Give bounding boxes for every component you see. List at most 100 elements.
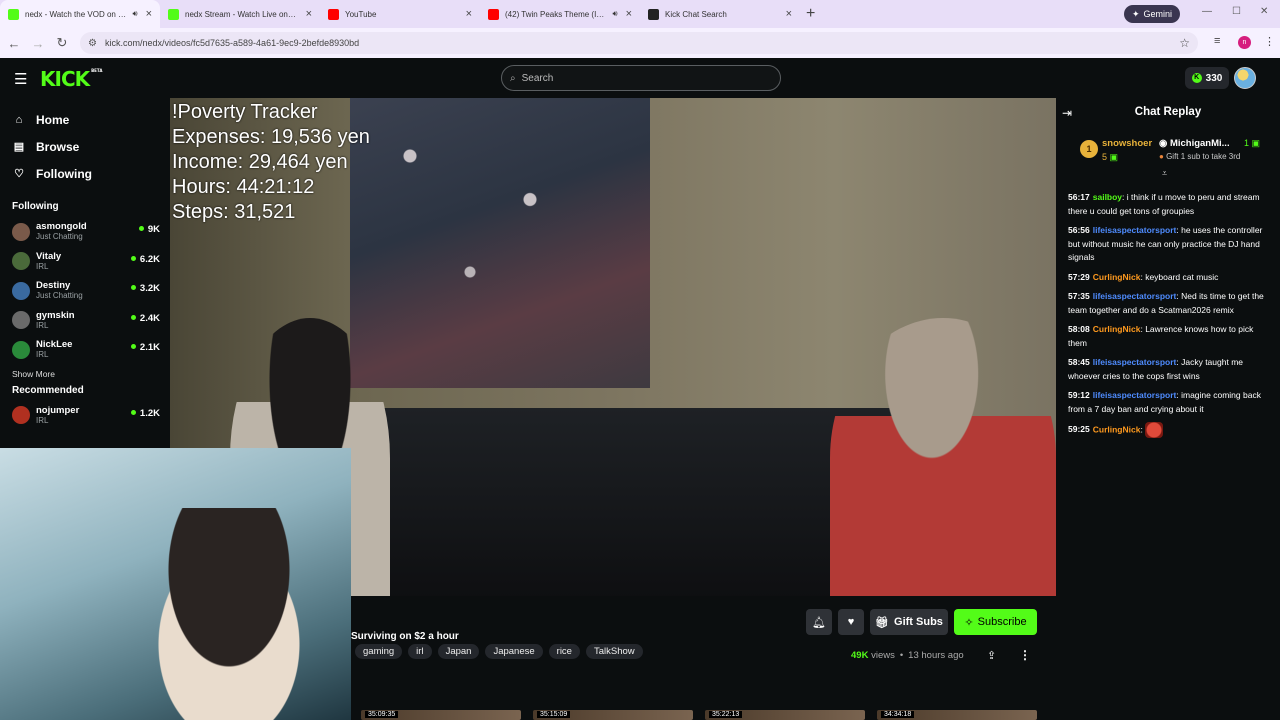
back-icon[interactable]: ←: [2, 36, 26, 51]
chat-message: 58:45 lifeisaspectatorsport: Jacky taught…: [1068, 357, 1243, 381]
gift-cta[interactable]: ● Gift 1 sub to take 3rd: [1159, 152, 1240, 161]
search-icon: ⌕: [510, 72, 516, 84]
message-time: 56:17: [1068, 192, 1090, 202]
chat-message: 58:08 CurlingNick: Lawrence knows how to …: [1068, 324, 1254, 348]
notify-button[interactable]: 🔔︎: [806, 609, 832, 635]
message-username[interactable]: lifeisaspectatorsport: [1093, 225, 1177, 235]
bookmark-star-icon[interactable]: ☆: [1179, 36, 1190, 50]
chat-messages: 56:17 sailboy: i think if u move to peru …: [1068, 191, 1272, 444]
kick-logo[interactable]: KICK BETA: [40, 67, 102, 91]
tab-favicon-icon: [168, 8, 179, 20]
channel-item[interactable]: NickLee IRL 2.1K: [0, 335, 170, 365]
search-box[interactable]: ⌕: [501, 65, 781, 91]
views-word: views: [871, 650, 895, 661]
nav-item-home[interactable]: ⌂ Home: [0, 106, 170, 133]
forward-icon[interactable]: →: [26, 36, 50, 51]
new-tab-button[interactable]: +: [806, 5, 815, 23]
nav-item-browse[interactable]: ▤ Browse: [0, 133, 170, 160]
tab-close-icon[interactable]: ×: [146, 8, 152, 20]
viewer-count: 1.2K: [131, 408, 160, 419]
chat-header: ⇥ Chat Replay: [1056, 98, 1280, 128]
tag-chip[interactable]: irl: [408, 644, 432, 659]
tab-audio-icon[interactable]: 🔊︎: [613, 9, 618, 19]
menu-icon[interactable]: ☰: [14, 70, 27, 88]
tab-close-icon[interactable]: ×: [626, 8, 632, 20]
tab-close-icon[interactable]: ×: [306, 8, 312, 20]
emote-icon: [1145, 422, 1164, 438]
subscribe-button[interactable]: ✧ Subscribe: [954, 609, 1037, 635]
message-username[interactable]: lifeisaspectatorsport: [1093, 357, 1177, 367]
message-username[interactable]: lifeisaspectatorsport: [1093, 291, 1177, 301]
minimize-icon[interactable]: —: [1202, 6, 1212, 17]
browser-tab[interactable]: nedx - Watch the VOD on Kick 🔊︎ ×: [0, 0, 160, 28]
tag-chip[interactable]: rice: [548, 644, 580, 659]
channel-item[interactable]: asmongold Just Chatting 9K: [0, 217, 170, 247]
tag-chip[interactable]: Japan: [437, 644, 480, 659]
profile-avatar[interactable]: n: [1238, 36, 1251, 49]
gift-subs-button[interactable]: 🎁︎ Gift Subs: [870, 609, 948, 635]
channel-name: Vitaly: [36, 250, 62, 262]
gift-subs-label: Gift Subs: [894, 616, 943, 628]
reload-icon[interactable]: ↻: [50, 35, 74, 51]
follow-button[interactable]: ♥: [838, 609, 864, 635]
gemini-button[interactable]: ✦ Gemini: [1124, 5, 1180, 23]
gift-small-icon: ●: [1159, 152, 1164, 161]
share-icon[interactable]: ⇪: [987, 649, 996, 662]
video-thumbnail[interactable]: 35:09:35: [361, 710, 521, 720]
channel-item[interactable]: Vitaly IRL 6.2K: [0, 247, 170, 277]
message-username[interactable]: sailboy: [1093, 192, 1122, 202]
user-avatar[interactable]: [1234, 67, 1256, 89]
expand-chevron-icon[interactable]: ⩡: [1162, 168, 1167, 179]
webcam-overlay: [0, 448, 351, 720]
message-username[interactable]: lifeisaspectatorsport: [1093, 390, 1177, 400]
tab-favicon-icon: [488, 8, 499, 20]
nav-item-following[interactable]: ♡ Following: [0, 160, 170, 187]
close-window-icon[interactable]: ✕: [1260, 6, 1268, 17]
second-count: 1 ▣: [1244, 138, 1261, 148]
channel-item[interactable]: gymskin IRL 2.4K: [0, 306, 170, 336]
video-thumbnail[interactable]: 35:22:13: [705, 710, 865, 720]
tab-close-icon[interactable]: ×: [786, 8, 792, 20]
browser-tab[interactable]: Kick Chat Search ×: [640, 0, 800, 28]
browser-tab[interactable]: nedx Stream - Watch Live on Kick ×: [160, 0, 320, 28]
message-username[interactable]: CurlingNick: [1093, 424, 1141, 434]
kicks-icon: K: [1191, 73, 1202, 83]
site-info-icon[interactable]: ⚙: [88, 38, 97, 49]
show-more-link[interactable]: Show More: [0, 365, 170, 383]
media-control-icon[interactable]: ≡: [1214, 35, 1220, 47]
chat-panel: ⇥ Chat Replay 1 snowshoer 5 ▣ ◉ Michigan…: [1056, 98, 1280, 720]
channel-avatar: [12, 252, 30, 271]
tag-chip[interactable]: TalkShow: [585, 644, 643, 659]
more-options-icon[interactable]: ⋮: [1019, 648, 1031, 662]
tab-close-icon[interactable]: ×: [466, 8, 472, 20]
video-thumbnail[interactable]: 34:34:18: [877, 710, 1037, 720]
url-field[interactable]: ⚙ kick.com/nedx/videos/fc5d7635-a589-4a6…: [80, 32, 1198, 54]
tab-favicon-icon: [8, 8, 19, 20]
user-icon: ◉: [1159, 138, 1168, 149]
tag-chip[interactable]: Japanese: [485, 644, 543, 659]
tab-audio-icon[interactable]: 🔊︎: [133, 9, 138, 19]
maximize-icon[interactable]: ☐: [1232, 6, 1241, 17]
message-username[interactable]: CurlingNick: [1093, 324, 1141, 334]
tab-title: nedx Stream - Watch Live on Kick: [185, 9, 298, 19]
browser-tab[interactable]: (42) Twin Peaks Theme (Instrumental) 🔊︎ ×: [480, 0, 640, 28]
channel-name: gymskin: [36, 309, 75, 321]
tag-chip[interactable]: gaming: [355, 644, 403, 659]
browser-tab[interactable]: YouTube ×: [320, 0, 480, 28]
channel-item[interactable]: nojumper IRL 1.2K: [0, 401, 170, 431]
second-user[interactable]: ◉ MichiganMi...: [1159, 138, 1230, 149]
search-input[interactable]: [521, 72, 762, 84]
channel-category: IRL: [36, 320, 49, 330]
channel-avatar: [12, 406, 30, 425]
kicks-balance[interactable]: K 330: [1185, 67, 1229, 89]
tag-list: gaming irl Japan Japanese rice TalkShow: [355, 644, 643, 659]
leader-username[interactable]: snowshoer: [1102, 138, 1152, 149]
message-username[interactable]: CurlingNick: [1093, 272, 1141, 282]
channel-item[interactable]: Destiny Just Chatting 3.2K: [0, 276, 170, 306]
channel-name: nojumper: [36, 404, 80, 416]
sub-icon: ▣: [1109, 152, 1119, 162]
related-videos: 35:09:35 35:15:09 35:22:13 34:34:18: [361, 710, 1037, 720]
browser-menu-icon[interactable]: ⋮: [1264, 35, 1275, 48]
video-thumbnail[interactable]: 35:15:09: [533, 710, 693, 720]
nav-label: Following: [36, 166, 92, 181]
